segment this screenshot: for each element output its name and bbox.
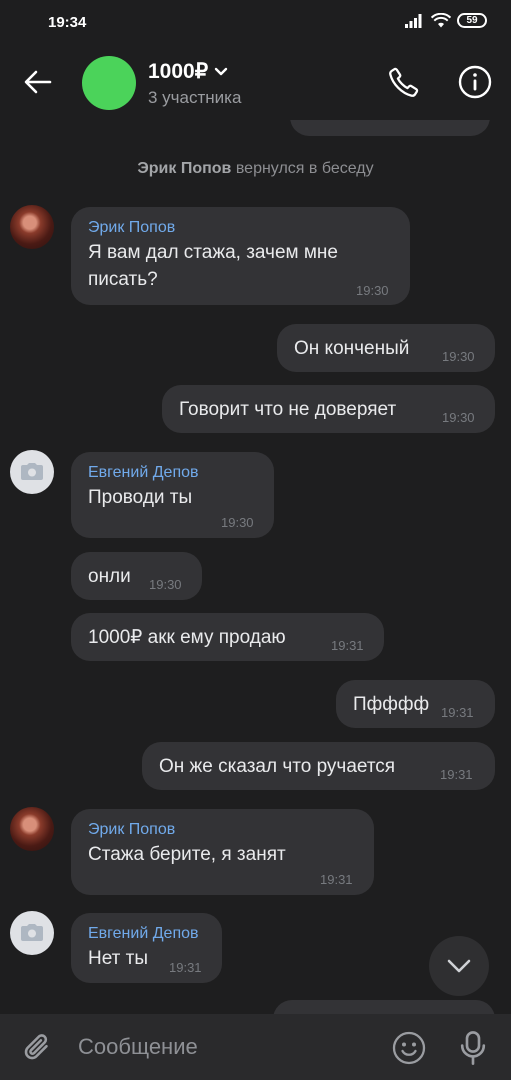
message-text: Он же сказал что ручается <box>159 756 396 777</box>
message-input[interactable]: Сообщение <box>78 1034 198 1060</box>
message-text: Говорит что не доверяет <box>179 399 397 420</box>
message-bubble[interactable]: Эрик Попов Я вам дал стажа, зачем мне пи… <box>71 207 410 305</box>
message-text: Проводи ты <box>88 487 193 508</box>
message-author[interactable]: Евгений Депов <box>88 925 199 943</box>
emoji-button[interactable] <box>388 1027 430 1069</box>
message-bubble-outgoing[interactable]: Он конченый 19:30 <box>277 324 495 372</box>
camera-icon <box>21 924 43 941</box>
message-text: Я вам дал стажа, зачем мне <box>88 242 338 263</box>
microphone-icon <box>460 1031 486 1065</box>
message-text: 1000₽ акк ему продаю <box>88 627 286 648</box>
message-time: 19:30 <box>221 515 254 530</box>
microphone-button[interactable] <box>452 1027 494 1069</box>
message-bubble-outgoing[interactable]: Пфффф 19:31 <box>336 680 495 728</box>
message-author[interactable]: Эрик Попов <box>88 219 175 237</box>
message-time: 19:31 <box>441 705 474 720</box>
chat-subtitle: 3 участника <box>148 88 242 107</box>
chat-title[interactable]: 1000₽ <box>148 59 228 84</box>
call-button[interactable] <box>384 62 424 102</box>
service-message: Эрик Попов вернулся в беседу <box>0 160 511 178</box>
arrow-left-icon <box>24 70 52 94</box>
message-time: 19:31 <box>331 638 364 653</box>
message-text: Он конченый <box>294 338 410 359</box>
message-time: 19:31 <box>169 960 202 975</box>
chat-title-text: 1000₽ <box>148 60 209 83</box>
message-bubble[interactable]: Евгений Депов Проводи ты 19:30 <box>71 452 274 538</box>
paperclip-icon <box>24 1034 48 1060</box>
camera-icon <box>21 463 43 480</box>
message-bubble[interactable]: онли 19:30 <box>71 552 202 600</box>
message-bubble-outgoing[interactable]: Он же сказал что ручается 19:31 <box>142 742 495 790</box>
message-bubble[interactable]: Евгений Депов Нет ты 19:31 <box>71 913 222 983</box>
scroll-down-button[interactable] <box>429 936 489 996</box>
message-time: 19:31 <box>320 872 353 887</box>
avatar-erik-popov[interactable] <box>10 205 54 249</box>
message-time: 19:30 <box>149 577 182 592</box>
wifi-icon <box>431 13 451 28</box>
status-bar: 19:34 59 <box>0 0 511 44</box>
info-button[interactable] <box>455 62 495 102</box>
back-button[interactable] <box>18 64 58 100</box>
service-message-name[interactable]: Эрик Попов <box>137 160 231 177</box>
avatar-evgeniy-depov[interactable] <box>10 450 54 494</box>
chevron-down-icon <box>214 67 228 76</box>
battery-icon: 59 <box>457 13 487 28</box>
message-time: 19:30 <box>442 410 475 425</box>
service-message-text: вернулся в беседу <box>235 160 374 177</box>
message-text: Нет ты <box>88 948 148 969</box>
message-text: онли <box>88 566 131 587</box>
info-icon <box>458 65 492 99</box>
message-bubble[interactable]: 1000₽ акк ему продаю 19:31 <box>71 613 384 661</box>
smile-icon <box>392 1031 426 1065</box>
message-time: 19:30 <box>442 349 475 364</box>
avatar-erik-popov[interactable] <box>10 807 54 851</box>
chat-header: 1000₽ 3 участника <box>0 44 511 120</box>
signal-icon <box>405 13 422 28</box>
status-time: 19:34 <box>48 14 87 31</box>
phone-icon <box>389 67 419 97</box>
message-bubble-outgoing[interactable]: Говорит что не доверяет 19:30 <box>162 385 495 433</box>
message-author[interactable]: Эрик Попов <box>88 821 175 839</box>
message-text: Пфффф <box>353 694 430 715</box>
battery-level: 59 <box>466 15 478 26</box>
message-text-line2: писать? <box>88 269 158 290</box>
message-time: 19:30 <box>356 283 389 298</box>
message-text: Стажа берите, я занят <box>88 844 286 865</box>
message-bubble[interactable]: Эрик Попов Стажа берите, я занят 19:31 <box>71 809 374 895</box>
attach-button[interactable] <box>18 1028 58 1068</box>
message-list[interactable]: Эрик Попов вернулся в беседу Эрик Попов … <box>0 0 511 1080</box>
chevron-down-icon <box>447 959 471 973</box>
avatar-evgeniy-depov[interactable] <box>10 911 54 955</box>
message-time: 19:31 <box>440 767 473 782</box>
chat-avatar[interactable] <box>82 56 136 110</box>
message-author[interactable]: Евгений Депов <box>88 464 199 482</box>
message-composer: Сообщение <box>0 1014 511 1080</box>
